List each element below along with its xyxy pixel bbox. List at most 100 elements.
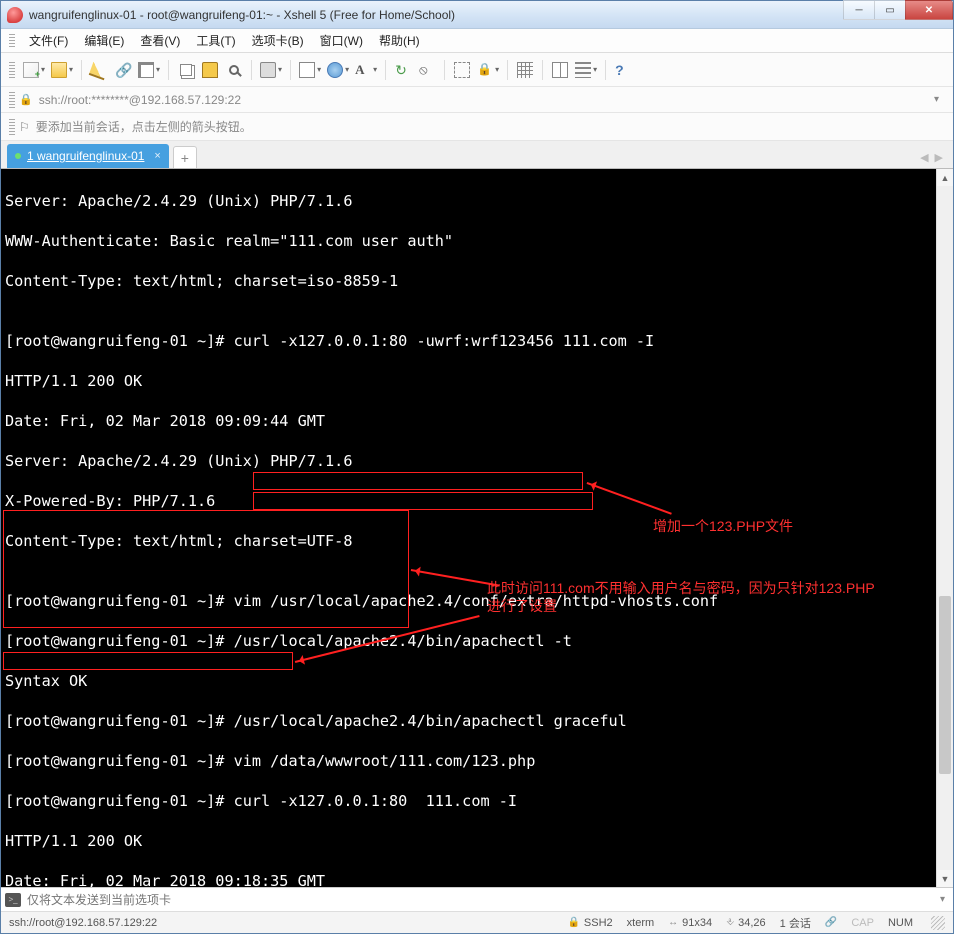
- tab-next-icon[interactable]: ▶: [935, 151, 943, 164]
- lock-button[interactable]: 🔒: [475, 58, 501, 82]
- hint-text: 要添加当前会话，点击左侧的箭头按钮。: [36, 118, 252, 135]
- language-button[interactable]: [325, 58, 351, 82]
- menu-file[interactable]: 文件(F): [23, 30, 74, 51]
- copy-button[interactable]: [175, 58, 197, 82]
- reload-button[interactable]: ↻: [392, 58, 414, 82]
- terminal-line: [root@wangruifeng-01 ~]# /usr/local/apac…: [5, 711, 936, 731]
- properties-icon: [138, 62, 154, 78]
- terminal-line: Date: Fri, 02 Mar 2018 09:18:35 GMT: [5, 871, 936, 887]
- status-bar: ssh://root@192.168.57.129:22 🔒SSH2 xterm…: [1, 911, 953, 933]
- status-cursor: ⎀34,26: [726, 917, 766, 929]
- address-bar[interactable]: 🔒 ssh://root:********@192.168.57.129:22 …: [1, 87, 953, 113]
- grip-icon[interactable]: [9, 92, 15, 108]
- terminal-line: HTTP/1.1 200 OK: [5, 371, 936, 391]
- tab-prev-icon[interactable]: ◀: [920, 151, 928, 164]
- titlebar[interactable]: wangruifenglinux-01 - root@wangruifeng-0…: [1, 1, 953, 29]
- terminal-line: WWW-Authenticate: Basic realm="111.com u…: [5, 231, 936, 251]
- scroll-down-icon[interactable]: ▼: [937, 870, 953, 887]
- menu-help[interactable]: 帮助(H): [373, 30, 426, 51]
- layout-grid-button[interactable]: [514, 58, 536, 82]
- fullscreen-button[interactable]: [451, 58, 473, 82]
- separator: [542, 60, 543, 80]
- find-button[interactable]: [223, 58, 245, 82]
- terminal-line: Content-Type: text/html; charset=iso-885…: [5, 271, 936, 291]
- status-link-icon: 🔗: [825, 917, 837, 928]
- layout-tiles-button[interactable]: [549, 58, 571, 82]
- maximize-button[interactable]: [874, 0, 906, 20]
- chevron-down-icon[interactable]: ▾: [936, 894, 949, 905]
- link-icon: 🔗: [115, 62, 131, 78]
- scrollbar[interactable]: ▲ ▼: [936, 169, 953, 887]
- address-text[interactable]: ssh://root:********@192.168.57.129:22: [39, 93, 928, 107]
- copy-icon: [180, 64, 192, 76]
- resize-icon: ↔: [668, 917, 678, 928]
- arrow-icon: [299, 62, 315, 78]
- menu-view[interactable]: 查看(V): [134, 30, 186, 51]
- status-dot-icon: [15, 153, 21, 159]
- scroll-track[interactable]: [937, 186, 953, 870]
- resize-grip-icon[interactable]: [931, 916, 945, 930]
- terminal-pane[interactable]: Server: Apache/2.4.29 (Unix) PHP/7.1.6 W…: [1, 169, 953, 887]
- status-ssh: 🔒SSH2: [567, 917, 612, 929]
- separator: [290, 60, 291, 80]
- grip-icon[interactable]: [9, 34, 15, 48]
- separator: [251, 60, 252, 80]
- menubar: 文件(F) 编辑(E) 查看(V) 工具(T) 选项卡(B) 窗口(W) 帮助(…: [1, 29, 953, 53]
- link-icon: 🔗: [825, 917, 837, 928]
- terminal-line: Server: Apache/2.4.29 (Unix) PHP/7.1.6: [5, 451, 936, 471]
- menu-window[interactable]: 窗口(W): [314, 30, 369, 51]
- status-sessions: 1 会话: [780, 915, 811, 931]
- terminal-line: HTTP/1.1 200 OK: [5, 831, 936, 851]
- help-button[interactable]: ?: [612, 58, 634, 82]
- list-icon: [575, 62, 591, 78]
- separator: [168, 60, 169, 80]
- open-session-button[interactable]: [49, 58, 75, 82]
- toolbar: 🔗 A ↻ ⦸ 🔒 ?: [1, 53, 953, 87]
- bookmark-add-icon[interactable]: ⚐: [19, 120, 30, 134]
- lock-icon: 🔒: [567, 917, 579, 928]
- menu-tabs[interactable]: 选项卡(B): [246, 30, 310, 51]
- terminal-line: [root@wangruifeng-01 ~]# /usr/local/apac…: [5, 631, 936, 651]
- minimize-button[interactable]: [843, 0, 875, 20]
- new-tab-button[interactable]: +: [173, 146, 197, 168]
- reload-icon: ↻: [395, 62, 411, 78]
- status-term: xterm: [627, 917, 655, 929]
- compose-input[interactable]: [27, 893, 936, 907]
- print-button[interactable]: [258, 58, 284, 82]
- terminal-line: X-Powered-By: PHP/7.1.6: [5, 491, 936, 511]
- font-button[interactable]: A: [353, 58, 379, 82]
- stop-icon: ⦸: [419, 62, 435, 78]
- grip-icon[interactable]: [9, 62, 15, 78]
- layout-list-button[interactable]: [573, 58, 599, 82]
- separator: [81, 60, 82, 80]
- chevron-down-icon[interactable]: ▾: [928, 94, 945, 105]
- wand-icon: [89, 59, 110, 80]
- grip-icon[interactable]: [9, 119, 15, 135]
- tiles-icon: [552, 62, 568, 78]
- separator: [605, 60, 606, 80]
- tab-active[interactable]: 1 wangruifenglinux-01 ×: [7, 144, 169, 168]
- reconnect-button[interactable]: 🔗: [112, 58, 134, 82]
- tab-nav: ◀ ▶: [920, 151, 947, 168]
- font-icon: A: [355, 62, 371, 78]
- highlight-button[interactable]: [88, 58, 110, 82]
- stop-button[interactable]: ⦸: [416, 58, 438, 82]
- fullscreen-icon: [454, 62, 470, 78]
- separator: [385, 60, 386, 80]
- compose-bar[interactable]: >_ ▾: [1, 887, 953, 911]
- scroll-thumb[interactable]: [939, 596, 951, 774]
- encoding-button[interactable]: [297, 58, 323, 82]
- properties-button[interactable]: [136, 58, 162, 82]
- lock-icon: 🔒: [477, 62, 493, 78]
- terminal-line: [root@wangruifeng-01 ~]# curl -x127.0.0.…: [5, 331, 936, 351]
- close-button[interactable]: [905, 0, 953, 20]
- window-title: wangruifenglinux-01 - root@wangruifeng-0…: [29, 8, 844, 22]
- new-session-button[interactable]: [21, 58, 47, 82]
- paste-button[interactable]: [199, 58, 221, 82]
- menu-edit[interactable]: 编辑(E): [78, 30, 130, 51]
- tab-close-icon[interactable]: ×: [154, 150, 160, 162]
- search-icon: [229, 65, 239, 75]
- print-icon: [260, 62, 276, 78]
- scroll-up-icon[interactable]: ▲: [937, 169, 953, 186]
- menu-tools[interactable]: 工具(T): [190, 30, 241, 51]
